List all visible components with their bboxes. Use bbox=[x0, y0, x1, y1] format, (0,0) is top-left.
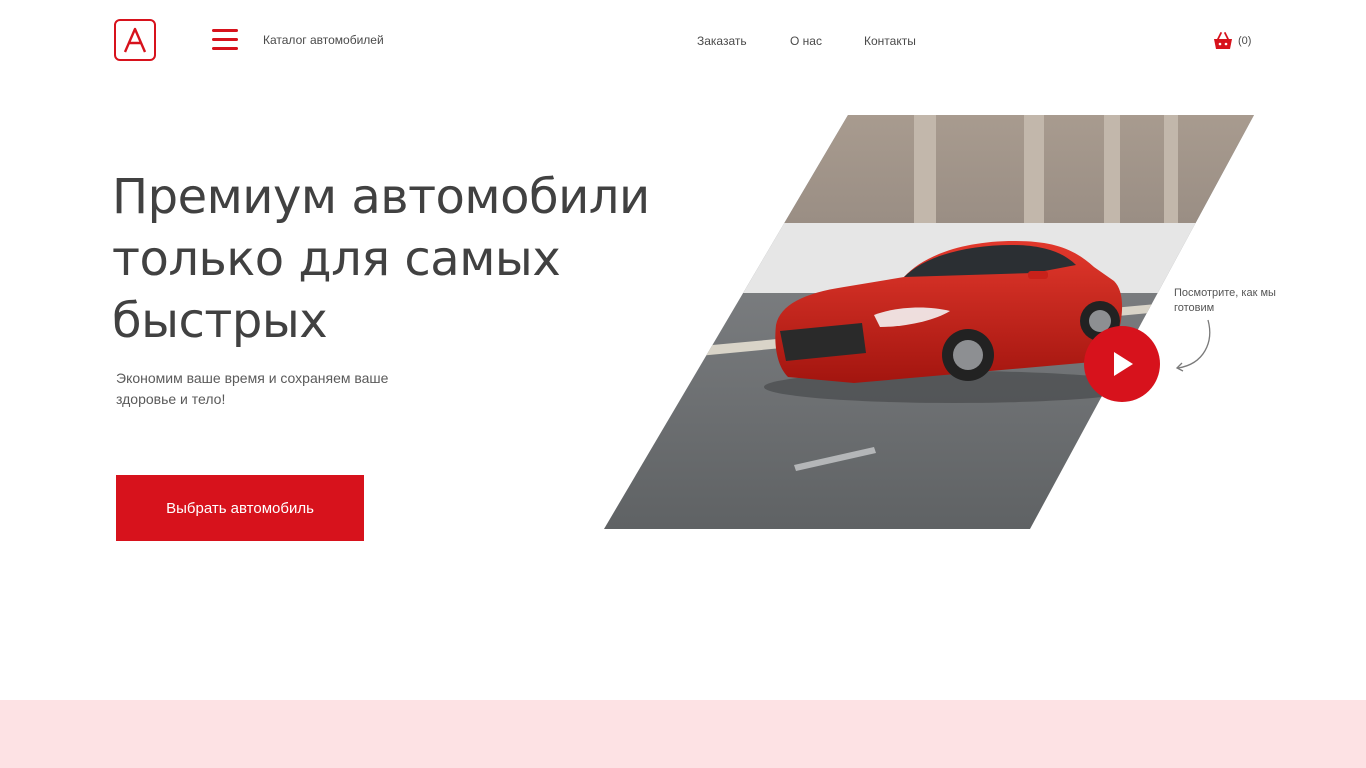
hint-arrow-icon bbox=[1175, 319, 1211, 372]
cart-button[interactable]: (0) bbox=[1212, 31, 1251, 51]
nav-order-link[interactable]: Заказать bbox=[697, 34, 747, 48]
hero-subtitle: Экономим ваше время и сохраняем ваше здо… bbox=[116, 370, 389, 407]
hero-car-image bbox=[604, 115, 1254, 529]
hamburger-icon[interactable] bbox=[212, 27, 240, 53]
choose-car-button[interactable]: Выбрать автомобиль bbox=[116, 475, 364, 541]
play-hint-text: Посмотрите, как мы готовим bbox=[1174, 287, 1276, 314]
cart-count: (0) bbox=[1238, 35, 1252, 47]
catalog-link[interactable]: Каталог автомобилей bbox=[263, 33, 384, 47]
logo[interactable] bbox=[114, 19, 156, 61]
site-header: Каталог автомобилей Заказать О нас Конта… bbox=[0, 0, 1366, 80]
next-section-band bbox=[0, 700, 1366, 768]
nav-contacts-link[interactable]: Контакты bbox=[864, 34, 916, 48]
play-icon bbox=[1114, 352, 1133, 376]
logo-letter-icon bbox=[123, 27, 147, 53]
basket-icon bbox=[1214, 32, 1232, 49]
play-video-button[interactable] bbox=[1084, 326, 1160, 402]
nav-about-link[interactable]: О нас bbox=[790, 34, 822, 48]
